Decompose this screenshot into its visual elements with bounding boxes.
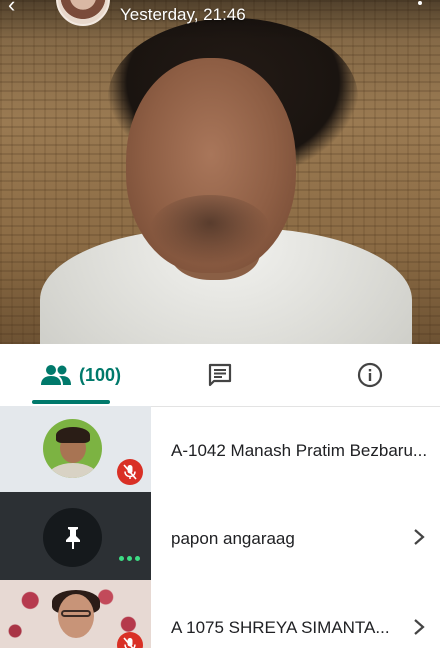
main-video[interactable]: ‹ Yesterday, 21:46: [0, 0, 440, 344]
back-arrow-icon[interactable]: ‹: [8, 0, 30, 16]
info-icon: [357, 362, 383, 388]
active-tab-indicator: [32, 400, 110, 404]
participant-name: papon angaraag: [171, 529, 295, 548]
chevron-right-icon[interactable]: [412, 618, 426, 636]
overflow-menu-icon[interactable]: [418, 1, 422, 5]
participant-name: A 1075 SHREYA SIMANTA...: [171, 618, 390, 637]
people-icon: [40, 365, 71, 385]
dot: [135, 556, 140, 561]
participant-name: A-1042 Manash Pratim Bezbaru...: [171, 441, 428, 460]
participant-avatar: [43, 419, 102, 478]
participant-tile: [0, 492, 151, 580]
participant-count: (100): [78, 364, 122, 385]
mic-off-icon: [117, 632, 143, 648]
participant-tile: [0, 580, 151, 648]
avatar-hair: [56, 427, 90, 443]
participant-row[interactable]: papon angaraag: [0, 492, 440, 580]
participant-tile: [0, 406, 151, 492]
participant-row[interactable]: A-1042 Manash Pratim Bezbaru...: [0, 406, 440, 492]
participant-row[interactable]: A 1075 SHREYA SIMANTA...: [0, 580, 440, 648]
tab-info[interactable]: [338, 344, 402, 406]
meeting-timestamp: Yesterday, 21:46: [120, 5, 246, 24]
mic-off-icon: [117, 459, 143, 485]
thumb-glasses: [61, 610, 91, 617]
tab-bar: (100): [0, 344, 440, 407]
tab-chat[interactable]: [188, 344, 252, 406]
chevron-right-icon[interactable]: [412, 528, 426, 546]
tab-people[interactable]: (100): [18, 344, 144, 406]
pin-icon[interactable]: [43, 508, 102, 567]
dot: [127, 556, 132, 561]
chat-icon: [208, 363, 232, 387]
speaker-beard: [150, 195, 270, 265]
dot: [119, 556, 124, 561]
avatar-body: [47, 463, 99, 478]
more-options-icon[interactable]: [119, 556, 143, 562]
